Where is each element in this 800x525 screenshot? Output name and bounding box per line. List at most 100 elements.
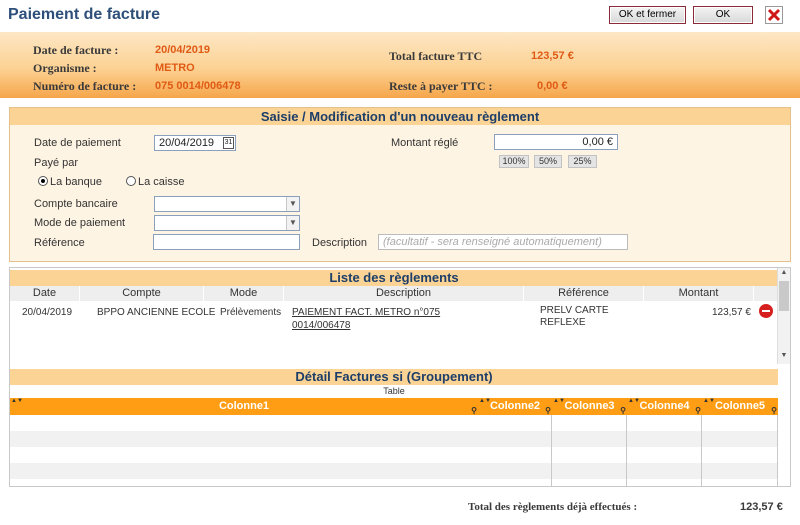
row-description-link-2[interactable]: 0014/006478 xyxy=(292,320,350,331)
row-compte: BPPO ANCIENNE ECOLE xyxy=(97,307,216,318)
grid-col-4[interactable]: ▲▼ Colonne4 ⚲ xyxy=(627,398,702,415)
title-bar: Paiement de facture OK et fermer OK xyxy=(0,0,800,31)
radio-banque[interactable]: La banque xyxy=(38,176,102,188)
radio-banque-dot[interactable] xyxy=(38,176,48,186)
grid-col-3[interactable]: ▲▼ Colonne3 ⚲ xyxy=(552,398,627,415)
row-description-link[interactable]: PAIEMENT FACT. METRO n°075 xyxy=(292,307,440,318)
montant-label: Montant réglé xyxy=(391,137,459,149)
payment-entry-panel: Saisie / Modification d'un nouveau règle… xyxy=(9,107,791,262)
row-date: 20/04/2019 xyxy=(22,307,73,318)
table-caption: Table xyxy=(383,386,405,396)
radio-caisse-dot[interactable] xyxy=(126,176,136,186)
organisme-label: Organisme : xyxy=(33,61,97,75)
search-icon[interactable]: ⚲ xyxy=(771,407,777,415)
grid-col-1[interactable]: ▲▼ Colonne1 ⚲ xyxy=(10,398,478,415)
compte-bancaire-select[interactable]: ▼ xyxy=(154,196,300,212)
search-icon[interactable]: ⚲ xyxy=(471,407,477,415)
pct-100-button[interactable]: 100% xyxy=(499,155,529,168)
col-compte[interactable]: Compte xyxy=(80,286,204,301)
sort-icon[interactable]: ▲▼ xyxy=(703,398,715,405)
organisme-value: METRO xyxy=(155,62,195,74)
invoice-number-label: Numéro de facture : xyxy=(33,79,137,93)
row-reference-2: REFLEXE xyxy=(540,317,586,328)
description-label: Description xyxy=(312,237,368,249)
grid-col-2-label: Colonne2 xyxy=(489,400,541,412)
grid-divider xyxy=(551,415,552,486)
description-input[interactable]: (facultatif - sera renseigné automatique… xyxy=(378,234,628,250)
invoice-summary: Date de facture : 20/04/2019 Organisme :… xyxy=(0,32,800,98)
window-title: Paiement de facture xyxy=(8,6,161,23)
payment-date-value: 20/04/2019 xyxy=(159,137,215,149)
scroll-up-icon[interactable]: ▲ xyxy=(779,269,789,279)
mode-paiement-select[interactable]: ▼ xyxy=(154,215,300,231)
grid-divider xyxy=(777,415,778,486)
chevron-down-icon[interactable]: ▼ xyxy=(286,197,299,211)
grid-col-4-label: Colonne4 xyxy=(639,400,690,412)
sort-icon[interactable]: ▲▼ xyxy=(628,398,640,405)
delete-icon[interactable] xyxy=(759,304,773,318)
grid-col-5[interactable]: ▲▼ Colonne5 ⚲ xyxy=(702,398,778,415)
row-mode: Prélèvements xyxy=(220,307,282,318)
payment-entry-title: Saisie / Modification d'un nouveau règle… xyxy=(10,108,790,125)
search-icon[interactable]: ⚲ xyxy=(620,407,626,415)
grid-col-2[interactable]: ▲▼ Colonne2 ⚲ xyxy=(478,398,552,415)
sort-icon[interactable]: ▲▼ xyxy=(479,398,491,405)
total-ttc-label: Total facture TTC xyxy=(389,49,483,63)
payment-date-field[interactable]: 20/04/2019 31 xyxy=(154,135,236,151)
payment-date-label: Date de paiement xyxy=(34,137,121,149)
sort-icon[interactable]: ▲▼ xyxy=(11,398,23,405)
grid-row[interactable] xyxy=(10,463,778,479)
reference-label: Référence xyxy=(34,237,85,249)
scroll-down-icon[interactable]: ▼ xyxy=(779,352,789,362)
paye-par-label: Payé par xyxy=(34,157,79,169)
invoice-date-label: Date de facture : xyxy=(33,43,119,57)
radio-banque-label: La banque xyxy=(50,176,102,188)
calendar-icon[interactable]: 31 xyxy=(223,137,234,149)
pct-25-button[interactable]: 25% xyxy=(568,155,597,168)
chevron-down-icon[interactable]: ▼ xyxy=(286,216,299,230)
reglements-scrollbar[interactable]: ▲ ▼ xyxy=(777,268,790,364)
grid-row[interactable] xyxy=(10,415,778,431)
grid-row[interactable] xyxy=(10,431,778,447)
pct-50-button[interactable]: 50% xyxy=(534,155,562,168)
grid-row[interactable] xyxy=(10,447,778,463)
reglements-panel: Liste des règlements Date Compte Mode De… xyxy=(9,267,791,487)
col-montant[interactable]: Montant xyxy=(644,286,754,301)
row-reference: PRELV CARTE xyxy=(540,305,609,316)
montant-field[interactable]: 0,00 € xyxy=(494,134,618,150)
mode-paiement-label: Mode de paiement xyxy=(34,217,126,229)
row-montant: 123,57 € xyxy=(712,307,751,318)
invoice-date-value: 20/04/2019 xyxy=(155,44,211,56)
radio-caisse[interactable]: La caisse xyxy=(126,176,184,188)
close-icon[interactable] xyxy=(765,6,783,24)
col-reference[interactable]: Référence xyxy=(524,286,644,301)
compte-bancaire-label: Compte bancaire xyxy=(34,198,118,210)
ok-close-button[interactable]: OK et fermer xyxy=(609,6,686,24)
sort-icon[interactable]: ▲▼ xyxy=(553,398,565,405)
detail-grid-header: ▲▼ Colonne1 ⚲ ▲▼ Colonne2 ⚲ ▲▼ Colonne3 … xyxy=(10,398,778,415)
search-icon[interactable]: ⚲ xyxy=(545,407,551,415)
grid-col-5-label: Colonne5 xyxy=(714,400,766,412)
reste-a-payer-value: 0,00 € xyxy=(537,80,568,92)
ok-button[interactable]: OK xyxy=(693,6,753,24)
total-reglements-label: Total des règlements déjà effectués : xyxy=(468,501,638,513)
col-description[interactable]: Description xyxy=(284,286,524,301)
table-row[interactable]: 20/04/2019 BPPO ANCIENNE ECOLE Prélèveme… xyxy=(10,302,778,336)
col-mode[interactable]: Mode xyxy=(204,286,284,301)
col-actions xyxy=(754,286,778,301)
reference-input[interactable] xyxy=(153,234,300,250)
total-reglements-value: 123,57 € xyxy=(740,501,783,513)
reste-a-payer-label: Reste à payer TTC : xyxy=(389,79,493,93)
grid-col-3-label: Colonne3 xyxy=(564,400,615,412)
radio-caisse-label: La caisse xyxy=(138,176,185,188)
grid-divider xyxy=(626,415,627,486)
col-date[interactable]: Date xyxy=(10,286,80,301)
detail-title: Détail Factures si (Groupement) xyxy=(10,369,778,385)
grid-divider xyxy=(701,415,702,486)
search-icon[interactable]: ⚲ xyxy=(695,407,701,415)
grid-col-1-label: Colonne1 xyxy=(218,400,270,412)
invoice-number-value: 075 0014/006478 xyxy=(155,80,241,92)
total-ttc-value: 123,57 € xyxy=(531,50,574,62)
reglements-title: Liste des règlements xyxy=(10,270,778,286)
scroll-thumb[interactable] xyxy=(779,281,789,311)
